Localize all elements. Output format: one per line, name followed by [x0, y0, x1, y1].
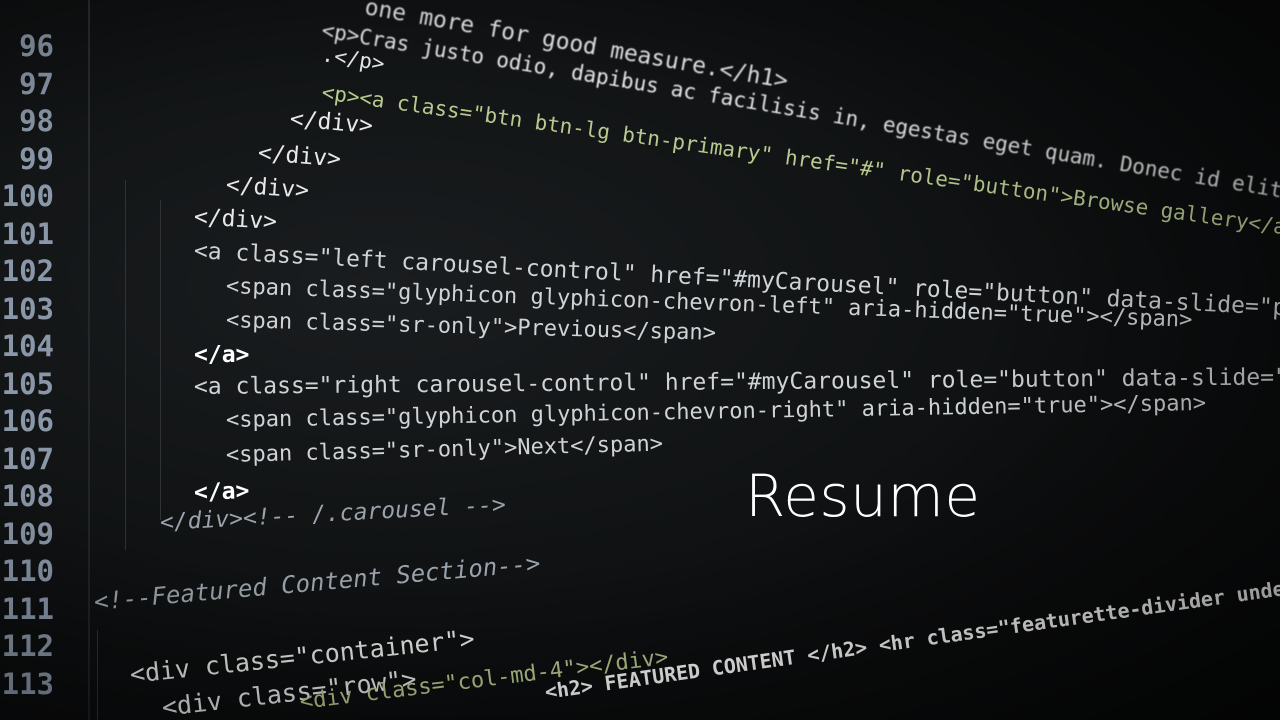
- code-line: </div>: [225, 172, 310, 204]
- code-line: <span class="sr-only">Next</span>: [225, 431, 664, 468]
- code-background-photo: 96 97 98 99 100 101 102 103 104 105 106 …: [0, 0, 1280, 720]
- code-line: <h2> FEATURED CONTENT </h2> <hr class="f…: [543, 551, 1280, 704]
- code-lines: one more for good measure.</h1> <p>Cras …: [0, 0, 1280, 720]
- code-line: <!--Featured Content Section-->: [92, 549, 542, 616]
- code-line: </div>: [288, 106, 374, 140]
- code-line: </a>: [193, 478, 250, 506]
- code-line: </div>: [256, 140, 342, 173]
- slide-title: Resume: [745, 462, 981, 530]
- code-line: </a>: [194, 342, 250, 368]
- code-line: </div>: [193, 204, 278, 236]
- code-line: <span class="sr-only">Previous</span>: [225, 308, 717, 346]
- slide-canvas: 96 97 98 99 100 101 102 103 104 105 106 …: [0, 0, 1280, 720]
